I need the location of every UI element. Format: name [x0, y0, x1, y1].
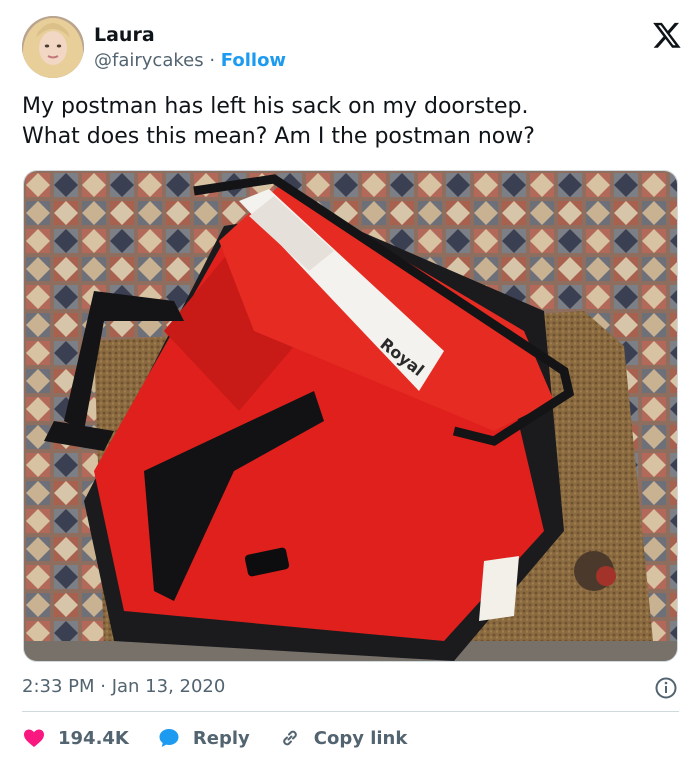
- info-icon[interactable]: [654, 676, 678, 700]
- x-logo-icon[interactable]: [652, 20, 682, 50]
- follow-button[interactable]: Follow: [221, 50, 286, 71]
- divider: [22, 711, 679, 712]
- tweet-text: My postman has left his sack on my doors…: [22, 94, 535, 149]
- separator-dot: ·: [209, 50, 216, 71]
- copy-link-label: Copy link: [313, 727, 408, 749]
- tweet-actions: 194.4K Reply Copy link: [22, 722, 435, 754]
- author-handle[interactable]: @fairycakes: [94, 50, 204, 71]
- like-count: 194.4K: [58, 727, 129, 749]
- tweet-timestamp[interactable]: 2:33 PM · Jan 13, 2020: [22, 676, 225, 697]
- like-button[interactable]: 194.4K: [22, 726, 129, 750]
- reply-button[interactable]: Reply: [157, 726, 250, 750]
- avatar[interactable]: [22, 16, 84, 78]
- link-icon: [282, 730, 297, 746]
- author-handle-row: @fairycakes · Follow: [94, 50, 286, 71]
- reply-label: Reply: [192, 727, 250, 749]
- avatar-image: [22, 16, 84, 78]
- copy-link-button[interactable]: Copy link: [278, 726, 408, 750]
- heart-icon: [24, 729, 44, 747]
- reply-bubble-icon: [159, 729, 179, 747]
- postbag-photo: Royal: [24, 171, 677, 661]
- tweet-header: Laura @fairycakes · Follow: [22, 16, 682, 78]
- author-name[interactable]: Laura: [94, 24, 155, 46]
- tweet-photo[interactable]: Royal: [23, 170, 678, 662]
